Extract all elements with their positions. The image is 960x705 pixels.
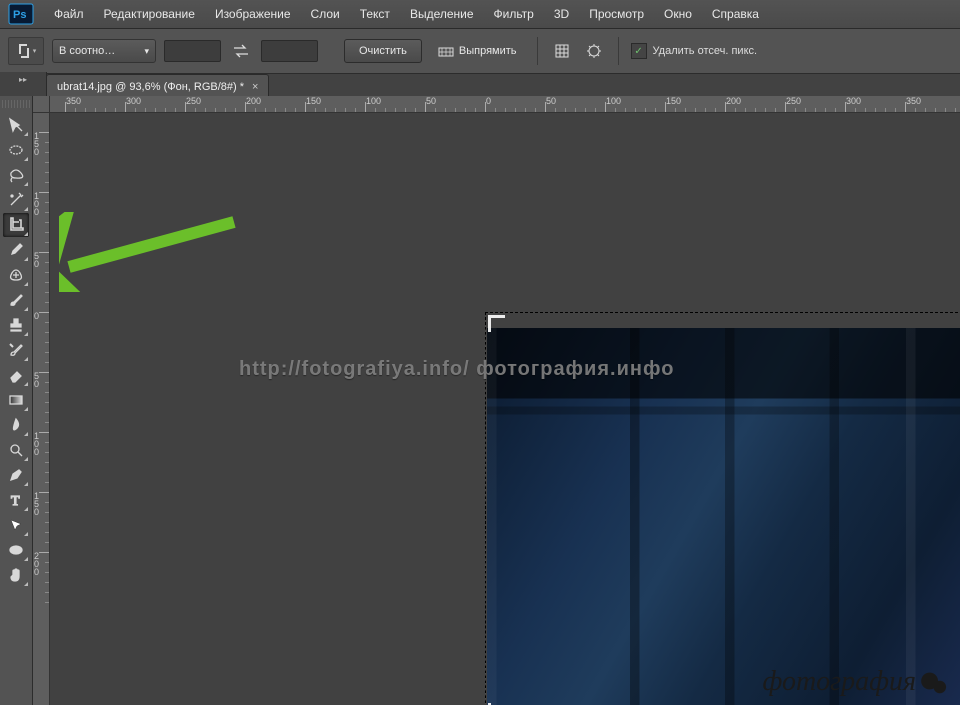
menu-окно[interactable]: Окно — [654, 0, 702, 28]
quick-select-tool[interactable] — [3, 188, 29, 212]
swap-dimensions-button[interactable] — [229, 40, 253, 62]
ruler-origin[interactable] — [33, 96, 50, 113]
panel-grip[interactable] — [2, 100, 30, 108]
menu-фильтр[interactable]: Фильтр — [484, 0, 544, 28]
dodge-tool[interactable] — [3, 438, 29, 462]
panel-expand-toggle[interactable]: ▸▸ — [0, 72, 47, 86]
checkbox-icon: ✓ — [631, 43, 647, 59]
menu-3d[interactable]: 3D — [544, 0, 579, 28]
document-tab-title: ubrat14.jpg @ 93,6% (Фон, RGB/8#) * — [57, 81, 244, 93]
grid-overlay-button[interactable] — [550, 40, 574, 62]
brush-tool[interactable] — [3, 288, 29, 312]
svg-text:T: T — [11, 494, 20, 508]
crop-tool[interactable] — [3, 213, 29, 237]
eraser-tool[interactable] — [3, 363, 29, 387]
menu-текст[interactable]: Текст — [350, 0, 400, 28]
gradient-tool[interactable] — [3, 388, 29, 412]
type-tool[interactable]: T — [3, 488, 29, 512]
blur-tool[interactable] — [3, 413, 29, 437]
close-icon[interactable]: × — [252, 81, 258, 93]
path-select-tool[interactable] — [3, 513, 29, 537]
menu-слои[interactable]: Слои — [301, 0, 350, 28]
lasso-tool[interactable] — [3, 163, 29, 187]
workspace: T 35030025020015010050050100150200250300… — [0, 96, 960, 705]
marquee-tool[interactable] — [3, 138, 29, 162]
eyedropper-tool[interactable] — [3, 238, 29, 262]
menu-редактирование[interactable]: Редактирование — [94, 0, 205, 28]
separator — [537, 37, 538, 65]
delete-cropped-checkbox[interactable]: ✓ Удалить отсеч. пикс. — [631, 43, 758, 59]
crop-ratio-select[interactable]: В соотно… ▾ — [52, 39, 156, 63]
document-tab[interactable]: ubrat14.jpg @ 93,6% (Фон, RGB/8#) * × — [46, 74, 269, 98]
hand-tool[interactable] — [3, 563, 29, 587]
ps-logo-icon: Ps — [6, 4, 36, 24]
annotation-arrow-icon — [59, 212, 259, 292]
healing-tool[interactable] — [3, 263, 29, 287]
menu-bar: Ps ФайлРедактированиеИзображениеСлоиТекс… — [0, 0, 960, 29]
tools-panel: T — [0, 96, 33, 705]
pen-tool[interactable] — [3, 463, 29, 487]
horizontal-ruler[interactable]: 3503002502001501005005010015020025030035… — [49, 96, 960, 113]
history-brush-tool[interactable] — [3, 338, 29, 362]
crop-ratio-label: В соотно… — [59, 45, 115, 57]
shape-tool[interactable] — [3, 538, 29, 562]
options-bar: ▾ В соотно… ▾ Очистить Выпрямить ✓ Удали… — [0, 29, 960, 74]
watermark-text: http://fotografiya.info/ фотография.инфо — [239, 358, 674, 381]
svg-text:Ps: Ps — [13, 9, 26, 21]
canvas-area: 3503002502001501005005010015020025030035… — [33, 96, 960, 705]
watermark-logo: фотография — [762, 666, 950, 699]
menu-изображение[interactable]: Изображение — [205, 0, 301, 28]
menu-просмотр[interactable]: Просмотр — [579, 0, 654, 28]
active-tool-indicator[interactable]: ▾ — [8, 37, 44, 65]
move-tool[interactable] — [3, 113, 29, 137]
menu-справка[interactable]: Справка — [702, 0, 769, 28]
straighten-button[interactable]: Выпрямить — [430, 40, 525, 62]
clear-button[interactable]: Очистить — [344, 39, 422, 63]
separator — [618, 37, 619, 65]
crop-options-button[interactable] — [582, 40, 606, 62]
stamp-tool[interactable] — [3, 313, 29, 337]
menu-файл[interactable]: Файл — [44, 0, 94, 28]
vertical-ruler[interactable]: 15010050050100150200 — [33, 112, 50, 705]
crop-handle-icon[interactable] — [488, 315, 505, 332]
crop-width-input[interactable] — [164, 40, 221, 62]
canvas[interactable]: http://fotografiya.info/ фотография.инфо — [49, 112, 960, 705]
chevron-down-icon: ▾ — [144, 46, 149, 57]
menu-выделение[interactable]: Выделение — [400, 0, 484, 28]
crop-height-input[interactable] — [261, 40, 318, 62]
